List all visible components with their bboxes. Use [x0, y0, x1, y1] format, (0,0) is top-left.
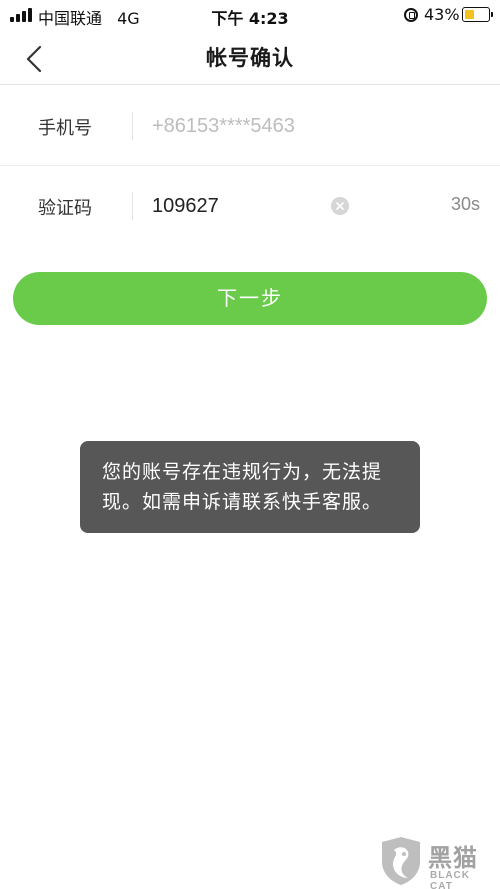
rotation-lock-icon: [404, 8, 418, 22]
status-bar: 中国联通 4G 下午 4:23 43%: [0, 0, 500, 30]
clear-circle-icon: [336, 202, 344, 210]
toast-line-1: 您的账号存在违规行为，无法提: [102, 461, 383, 483]
clear-code-button[interactable]: [331, 197, 349, 215]
phone-input[interactable]: [152, 110, 332, 142]
code-divider: [132, 192, 133, 220]
account-confirm-screen: 中国联通 4G 下午 4:23 43% 帐号确认 手机号 验证码: [0, 0, 500, 889]
code-label: 验证码: [38, 198, 92, 219]
watermark-name-cn: 黑猫: [428, 844, 478, 872]
phone-divider: [132, 112, 133, 140]
nav-bar: 帐号确认: [0, 30, 500, 85]
error-toast: 您的账号存在违规行为，无法提 现。如需申诉请联系快手客服。: [80, 441, 420, 533]
page-title: 帐号确认: [206, 46, 294, 70]
verification-code-input[interactable]: [152, 190, 332, 222]
watermark-name-en: BLACK CAT: [430, 870, 470, 889]
black-cat-logo-icon: [382, 837, 420, 885]
battery-fill: [464, 9, 474, 19]
phone-label: 手机号: [38, 118, 92, 139]
next-step-button[interactable]: 下一步: [13, 272, 487, 325]
toast-line-2: 现。如需申诉请联系快手客服。: [102, 491, 383, 513]
black-cat-watermark: 黑猫 BLACK CAT: [378, 836, 493, 889]
battery-icon: [462, 7, 493, 22]
battery-percent: 43%: [424, 5, 460, 24]
resend-countdown[interactable]: 30s: [451, 194, 480, 215]
phone-row: 手机号: [0, 86, 500, 166]
code-row: 验证码 30s: [0, 166, 500, 246]
